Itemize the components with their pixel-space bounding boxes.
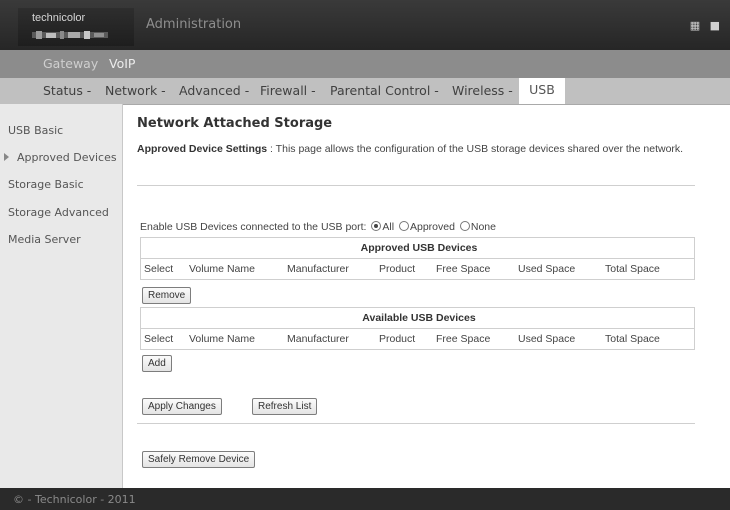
- table-caption: Approved USB Devices: [140, 237, 695, 259]
- column-header: Select: [140, 258, 186, 280]
- divider: [137, 185, 695, 186]
- column-header: Free Space: [433, 258, 515, 280]
- radio-all-label: All: [382, 221, 395, 233]
- header-icons: ▦ ■: [684, 19, 720, 32]
- remove-button[interactable]: Remove: [142, 287, 192, 304]
- sidebar-item-storage-advanced[interactable]: Storage Advanced: [8, 206, 109, 219]
- sidebar-item-media-server[interactable]: Media Server: [8, 233, 81, 246]
- nav-network[interactable]: Network -: [105, 83, 166, 98]
- column-header: Select: [140, 328, 186, 350]
- technicolor-logo[interactable]: technicolor: [18, 8, 134, 46]
- nav-wireless[interactable]: Wireless -: [452, 83, 513, 98]
- enable-usb-label: Enable USB Devices connected to the USB …: [140, 221, 367, 233]
- radio-none-label: None: [470, 221, 496, 233]
- logo-text: technicolor: [32, 12, 86, 24]
- table-header-row: Select Volume Name Manufacturer Product …: [140, 328, 695, 350]
- add-button[interactable]: Add: [142, 355, 172, 372]
- available-devices-table: Available USB Devices Select Volume Name…: [140, 307, 695, 350]
- sidebar-item-approved-devices[interactable]: Approved Devices: [4, 151, 117, 164]
- description-text: : This page allows the configuration of …: [267, 143, 684, 155]
- top-header: technicolor Administration ▦ ■: [0, 0, 730, 50]
- radio-approved[interactable]: [398, 221, 409, 231]
- section-gateway[interactable]: Gateway: [43, 56, 98, 71]
- apply-changes-button[interactable]: Apply Changes: [142, 398, 222, 415]
- sidebar: USB Basic Approved Devices Storage Basic…: [0, 104, 123, 488]
- description-heading: Approved Device Settings: [137, 143, 268, 155]
- column-header: Product: [376, 328, 433, 350]
- page-title: Network Attached Storage: [137, 116, 333, 131]
- nav-advanced[interactable]: Advanced -: [179, 83, 249, 98]
- logo-graphic-icon: [32, 31, 108, 39]
- language-icon[interactable]: ▦: [690, 19, 700, 32]
- safely-remove-device-button[interactable]: Safely Remove Device: [142, 451, 256, 468]
- nav-status[interactable]: Status -: [43, 83, 91, 98]
- menu-icon[interactable]: ■: [710, 19, 720, 32]
- page-description: Approved Device Settings : This page all…: [137, 142, 685, 157]
- column-header: Volume Name: [186, 258, 284, 280]
- app-title: Administration: [146, 17, 242, 32]
- column-header: Manufacturer: [284, 328, 376, 350]
- nav-usb[interactable]: USB: [519, 78, 565, 104]
- enable-usb-row: Enable USB Devices connected to the USB …: [140, 221, 496, 233]
- nav-firewall[interactable]: Firewall -: [260, 83, 316, 98]
- radio-none[interactable]: [459, 221, 470, 231]
- column-header: Free Space: [433, 328, 515, 350]
- radio-all[interactable]: [371, 221, 382, 231]
- approved-devices-table: Approved USB Devices Select Volume Name …: [140, 237, 695, 280]
- column-header: Used Space: [515, 258, 602, 280]
- sidebar-item-usb-basic[interactable]: USB Basic: [8, 124, 63, 137]
- column-header: Total Space: [602, 258, 695, 280]
- column-header: Product: [376, 258, 433, 280]
- sidebar-item-label: Approved Devices: [17, 151, 117, 164]
- divider: [137, 423, 695, 424]
- column-header: Total Space: [602, 328, 695, 350]
- sidebar-item-storage-basic[interactable]: Storage Basic: [8, 178, 84, 191]
- main-nav: Status - Network - Advanced - Firewall -…: [0, 78, 730, 105]
- table-caption: Available USB Devices: [140, 307, 695, 329]
- table-header-row: Select Volume Name Manufacturer Product …: [140, 258, 695, 280]
- section-voip[interactable]: VoIP: [109, 56, 135, 71]
- section-bar: Gateway VoIP: [0, 50, 730, 78]
- refresh-list-button[interactable]: Refresh List: [252, 398, 318, 415]
- column-header: Used Space: [515, 328, 602, 350]
- main-content: Network Attached Storage Approved Device…: [137, 104, 697, 488]
- nav-parental-control[interactable]: Parental Control -: [330, 83, 439, 98]
- column-header: Volume Name: [186, 328, 284, 350]
- column-header: Manufacturer: [284, 258, 376, 280]
- footer: © - Technicolor - 2011: [0, 488, 730, 510]
- active-arrow-icon: [4, 153, 9, 161]
- radio-approved-label: Approved: [409, 221, 455, 233]
- copyright-text: © - Technicolor - 2011: [13, 493, 136, 506]
